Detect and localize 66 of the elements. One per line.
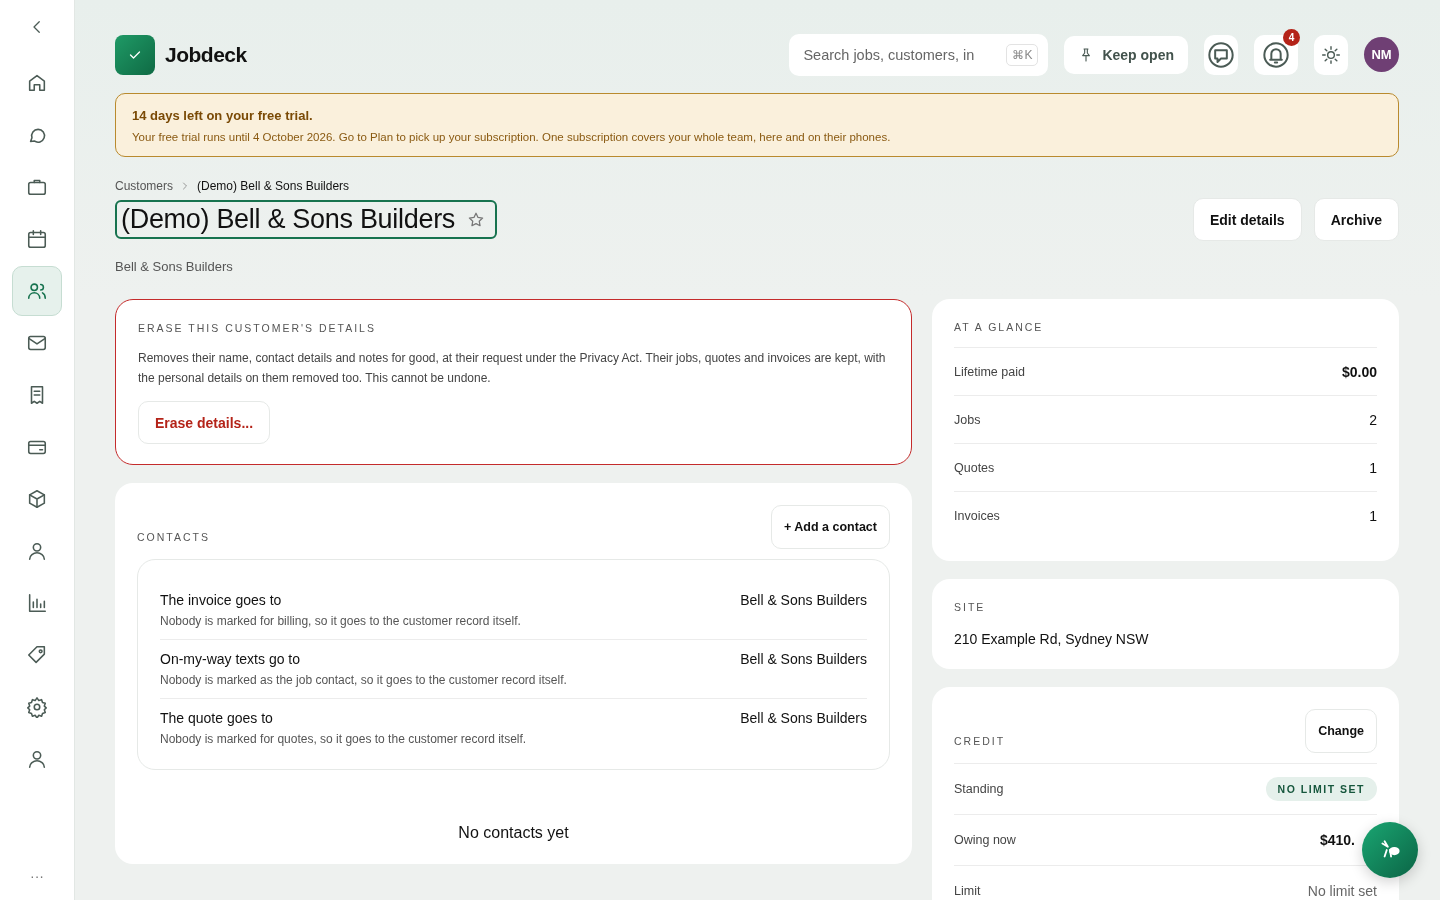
shortcut-key: ⌘K — [1006, 43, 1039, 66]
speech-bubble-icon — [1207, 40, 1235, 69]
messages-button[interactable] — [1204, 34, 1238, 75]
row-value: $0.00 — [1341, 363, 1377, 380]
tag-icon — [26, 644, 48, 666]
home-icon — [26, 72, 48, 94]
subtitle: Bell & Sons Builders — [115, 259, 234, 274]
breadcrumb-link[interactable]: Customers — [115, 179, 173, 193]
section-heading: AT A GLANCE — [954, 321, 1045, 333]
sidebar-item[interactable] — [12, 266, 62, 316]
section-heading: CONTACTS — [137, 531, 210, 545]
logo-icon — [115, 34, 155, 75]
avatar[interactable]: NM — [1364, 37, 1399, 72]
row-value: $410. — [1319, 832, 1355, 848]
route-note: Nobody is marked as the job contact, so it goes to the customer record itself. — [160, 673, 567, 687]
empty-message: No contacts yet — [457, 824, 570, 842]
route-target: Bell & Sons Builders — [740, 651, 867, 669]
route-note: Nobody is marked for quotes, so it goes to the customer record itself. — [160, 732, 527, 746]
erase-description: Removes their name, contact details and notes for good, at their request under the Privacy Act. Their jobs, quotes and invoices are kept, with the personal details on them removed too. This cannot be undone. — [138, 350, 887, 387]
route-note: Nobody is marked for billing, so it goes to the customer record itself. — [160, 614, 521, 628]
banner-text: Your free trial runs until 4 October 2026. Go to Plan to pick up your subscription. One subscription covers your whole team, here and on their phones. — [132, 131, 892, 143]
edit-button[interactable]: Edit details — [1192, 198, 1302, 241]
bar-chart-icon — [26, 592, 48, 614]
notification-count: 4 — [1283, 28, 1300, 46]
app-name: Jobdeck — [165, 42, 247, 67]
route-title: The quote goes to — [160, 710, 274, 726]
row-label: Invoices — [954, 508, 1000, 523]
people-icon — [26, 280, 48, 302]
keep-open-button[interactable]: Keep open — [1064, 35, 1188, 74]
route-title: On-my-way texts go to — [160, 651, 302, 667]
person-icon — [26, 540, 48, 562]
sun-icon — [1321, 44, 1341, 65]
section-heading: CREDIT — [954, 735, 1006, 749]
row-label: Standing — [954, 782, 1004, 796]
section-heading: ERASE THIS CUSTOMER'S DETAILS — [138, 322, 377, 334]
row-value: 2 — [1369, 411, 1377, 428]
erase-button[interactable]: Erase details... — [138, 401, 271, 444]
row-value: 1 — [1369, 459, 1377, 476]
archive-button[interactable]: Archive — [1313, 198, 1399, 241]
person-icon — [26, 748, 48, 770]
box-icon — [26, 488, 48, 510]
star-icon[interactable] — [467, 210, 486, 229]
add-contact-button[interactable]: + Add a contact — [771, 505, 890, 549]
theme-button[interactable] — [1314, 34, 1348, 75]
row-value: No limit set — [1307, 883, 1377, 899]
row-value: 1 — [1369, 507, 1377, 524]
site-address: 210 Example Rd, Sydney NSW — [954, 631, 1150, 647]
route-target: Bell & Sons Builders — [740, 710, 867, 728]
row-label: Limit — [954, 884, 981, 898]
bell-icon — [1262, 40, 1290, 69]
title-field[interactable]: (Demo) Bell & Sons Builders — [115, 200, 498, 239]
route-title: The invoice goes to — [160, 592, 283, 608]
row-label: Quotes — [954, 460, 995, 475]
notifications-button[interactable] — [1254, 34, 1298, 75]
more-button[interactable]: ··· — [28, 866, 46, 886]
row-label: Jobs — [954, 412, 981, 427]
route-target: Bell & Sons Builders — [740, 592, 867, 610]
section-heading: SITE — [954, 601, 987, 613]
calendar-icon — [26, 228, 48, 250]
change-button[interactable]: Change — [1305, 709, 1377, 753]
breadcrumb-current: (Demo) Bell & Sons Builders — [197, 179, 350, 193]
row-label: Owing now — [954, 833, 1016, 847]
settings-icon — [26, 696, 48, 718]
status-badge: NO LIMIT SET — [1265, 777, 1377, 801]
row-label: Lifetime paid — [954, 364, 1025, 379]
banner-title: 14 days left on your free trial. — [132, 108, 314, 123]
